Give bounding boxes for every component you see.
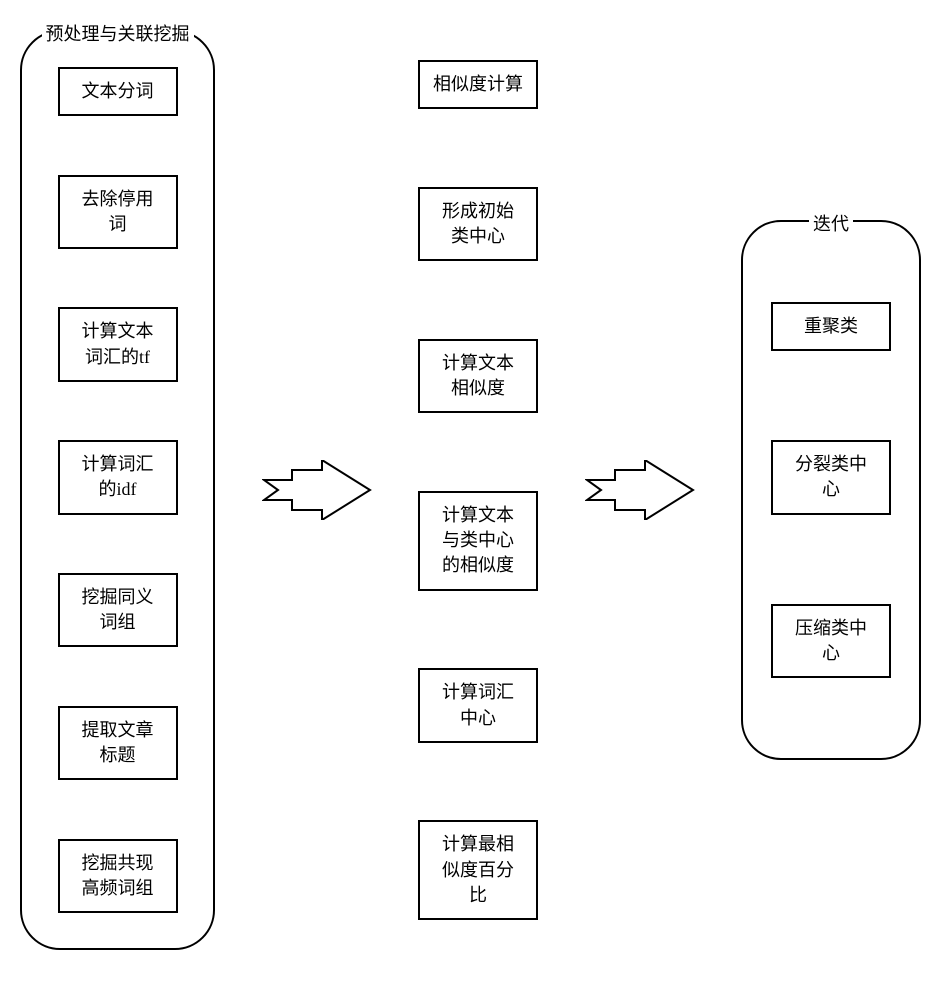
box-sim-compute: 相似度计算: [418, 60, 538, 109]
column-similarity: 相似度计算 形成初始类中心 计算文本相似度 计算文本与类中心的相似度 计算词汇中…: [418, 60, 538, 920]
panel-iteration: 迭代 重聚类 分裂类中心 压缩类中心: [741, 220, 921, 760]
arrow-right-icon: [262, 460, 372, 520]
box-mine-synonyms: 挖掘同义词组: [58, 573, 178, 647]
panel-title-right: 迭代: [809, 210, 853, 236]
panel-title-left: 预处理与关联挖掘: [42, 20, 194, 46]
box-text-sim: 计算文本相似度: [418, 339, 538, 413]
panel-preprocessing: 预处理与关联挖掘 文本分词 去除停用词 计算文本词汇的tf 计算词汇的idf 挖…: [20, 30, 215, 950]
box-extract-title: 提取文章标题: [58, 706, 178, 780]
box-compress-center: 压缩类中心: [771, 604, 891, 678]
box-max-sim-pct: 计算最相似度百分比: [418, 820, 538, 920]
box-compute-idf: 计算词汇的idf: [58, 440, 178, 514]
box-word-center: 计算词汇中心: [418, 668, 538, 742]
box-text-segmentation: 文本分词: [58, 67, 178, 116]
arrow-right-icon: [585, 460, 695, 520]
box-init-center: 形成初始类中心: [418, 187, 538, 261]
box-compute-tf: 计算文本词汇的tf: [58, 307, 178, 381]
box-recluster: 重聚类: [771, 302, 891, 351]
box-remove-stopwords: 去除停用词: [58, 175, 178, 249]
box-split-center: 分裂类中心: [771, 440, 891, 514]
diagram-root: 预处理与关联挖掘 文本分词 去除停用词 计算文本词汇的tf 计算词汇的idf 挖…: [20, 30, 921, 950]
box-mine-cooccurrence: 挖掘共现高频词组: [58, 839, 178, 913]
box-text-center-sim: 计算文本与类中心的相似度: [418, 491, 538, 591]
